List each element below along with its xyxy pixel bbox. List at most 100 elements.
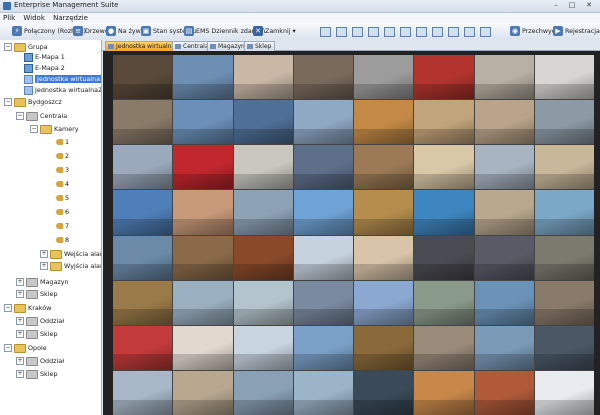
camera-tile[interactable] — [293, 190, 353, 235]
tree-node-ju2[interactable]: Jednostka wirtualna2 — [24, 85, 101, 95]
tree-node-opole-oddzial[interactable]: + Oddział — [16, 356, 64, 366]
layout-custom1-button[interactable] — [448, 27, 459, 37]
camera-tile[interactable] — [173, 280, 233, 325]
layout-5x5-button[interactable] — [384, 27, 395, 37]
tree-node-emapa2[interactable]: E-Mapa 2 — [24, 63, 65, 73]
camera-tile[interactable] — [414, 145, 474, 190]
camera-tile[interactable] — [534, 235, 594, 280]
camera-tile[interactable] — [233, 145, 293, 190]
layout-6x6-button[interactable] — [400, 27, 411, 37]
tab-magazyn[interactable]: Magazyn — [207, 41, 249, 51]
camera-tile[interactable] — [474, 145, 534, 190]
camera-tile[interactable] — [354, 280, 414, 325]
collapse-toggle[interactable]: − — [4, 98, 12, 106]
camera-tile[interactable] — [354, 370, 414, 415]
camera-tile[interactable] — [474, 370, 534, 415]
layout-7x7-button[interactable] — [416, 27, 427, 37]
expand-toggle[interactable]: + — [16, 357, 24, 365]
camera-tile[interactable] — [534, 190, 594, 235]
tree-node-camera-4[interactable]: 4 — [56, 179, 69, 189]
layout-2x2-button[interactable] — [336, 27, 347, 37]
layout-1x1-button[interactable] — [320, 27, 331, 37]
camera-tile[interactable] — [534, 100, 594, 145]
tree-node-centrala[interactable]: − Centrala — [16, 111, 67, 121]
expand-toggle[interactable]: + — [16, 370, 24, 378]
camera-tile[interactable] — [534, 325, 594, 370]
layout-8x8-button[interactable] — [432, 27, 443, 37]
expand-toggle[interactable]: + — [16, 278, 24, 286]
camera-tile[interactable] — [414, 55, 474, 100]
camera-tile[interactable] — [534, 370, 594, 415]
tree-node-camera-7[interactable]: 7 — [56, 221, 69, 231]
camera-tile[interactable] — [534, 280, 594, 325]
camera-tile[interactable] — [354, 235, 414, 280]
tab-sklep[interactable]: Sklep — [244, 41, 276, 51]
tree-button[interactable]: ≡ Drzewo — [73, 25, 109, 37]
camera-tile[interactable] — [414, 280, 474, 325]
camera-tile[interactable] — [474, 235, 534, 280]
camera-tile[interactable] — [293, 55, 353, 100]
layout-4x4-button[interactable] — [368, 27, 379, 37]
menu-narzedzie[interactable]: Narzędzie — [50, 13, 91, 23]
tree-node-opole[interactable]: − Opole — [4, 343, 47, 353]
tree-node-bydgoszcz[interactable]: − Bydgoszcz — [4, 97, 62, 107]
tree-node-krakow-sklep[interactable]: + Sklep — [16, 329, 58, 339]
expand-toggle[interactable]: + — [16, 330, 24, 338]
tree-node-ju1[interactable]: Jednostka wirtualna1 — [24, 74, 101, 84]
collapse-toggle[interactable]: − — [4, 43, 12, 51]
tree-node-opole-sklep[interactable]: + Sklep — [16, 369, 58, 379]
tree-node-sklep[interactable]: + Sklep — [16, 289, 58, 299]
tree-node-camera-3[interactable]: 3 — [56, 165, 69, 175]
camera-tile[interactable] — [534, 55, 594, 100]
camera-tile[interactable] — [293, 145, 353, 190]
camera-tile[interactable] — [354, 100, 414, 145]
camera-tile[interactable] — [414, 370, 474, 415]
camera-tile[interactable] — [173, 145, 233, 190]
menu-widok[interactable]: Widok — [20, 13, 48, 23]
camera-tile[interactable] — [113, 235, 173, 280]
camera-tile[interactable] — [293, 325, 353, 370]
tree-node-camera-5[interactable]: 5 — [56, 193, 69, 203]
camera-tile[interactable] — [414, 235, 474, 280]
collapse-toggle[interactable]: − — [16, 112, 24, 120]
layout-custom3-button[interactable] — [480, 27, 491, 37]
camera-tile[interactable] — [474, 190, 534, 235]
maximize-button[interactable]: □ — [564, 1, 580, 10]
collapse-toggle[interactable]: − — [4, 304, 12, 312]
camera-tile[interactable] — [233, 100, 293, 145]
layout-custom2-button[interactable] — [464, 27, 475, 37]
camera-tile[interactable] — [113, 370, 173, 415]
camera-tile[interactable] — [173, 370, 233, 415]
camera-tile[interactable] — [354, 325, 414, 370]
camera-tile[interactable] — [173, 55, 233, 100]
camera-tile[interactable] — [474, 325, 534, 370]
collapse-toggle[interactable]: − — [30, 125, 38, 133]
tree-node-emapa1[interactable]: E-Mapa 1 — [24, 52, 65, 62]
tree-node-kamery[interactable]: − Kamery — [30, 124, 79, 134]
expand-toggle[interactable]: + — [40, 262, 48, 270]
record-button[interactable]: ▶ Rejestracja — [553, 25, 600, 37]
camera-tile[interactable] — [233, 235, 293, 280]
capture-button[interactable]: ◉ Przechwyć — [510, 25, 555, 37]
camera-tile[interactable] — [474, 55, 534, 100]
camera-tile[interactable] — [474, 100, 534, 145]
tree-node-krakow-oddzial[interactable]: + Oddział — [16, 316, 64, 326]
tree-node-grupa[interactable]: − Grupa — [4, 42, 48, 52]
camera-tile[interactable] — [113, 145, 173, 190]
camera-tile[interactable] — [113, 55, 173, 100]
camera-tile[interactable] — [113, 280, 173, 325]
camera-tile[interactable] — [293, 280, 353, 325]
tree-node-camera-6[interactable]: 6 — [56, 207, 69, 217]
camera-tile[interactable] — [474, 280, 534, 325]
camera-tile[interactable] — [293, 370, 353, 415]
tree-node-krakow[interactable]: − Kraków — [4, 303, 51, 313]
camera-tile[interactable] — [173, 190, 233, 235]
tree-node-alarm-inputs[interactable]: +Wejścia alarmowe — [40, 249, 101, 259]
minimize-button[interactable]: – — [548, 1, 564, 10]
menu-plik[interactable]: Plik — [0, 13, 18, 23]
camera-tile[interactable] — [173, 325, 233, 370]
expand-toggle[interactable]: + — [16, 317, 24, 325]
camera-tile[interactable] — [293, 100, 353, 145]
camera-tile[interactable] — [414, 100, 474, 145]
camera-tile[interactable] — [113, 190, 173, 235]
